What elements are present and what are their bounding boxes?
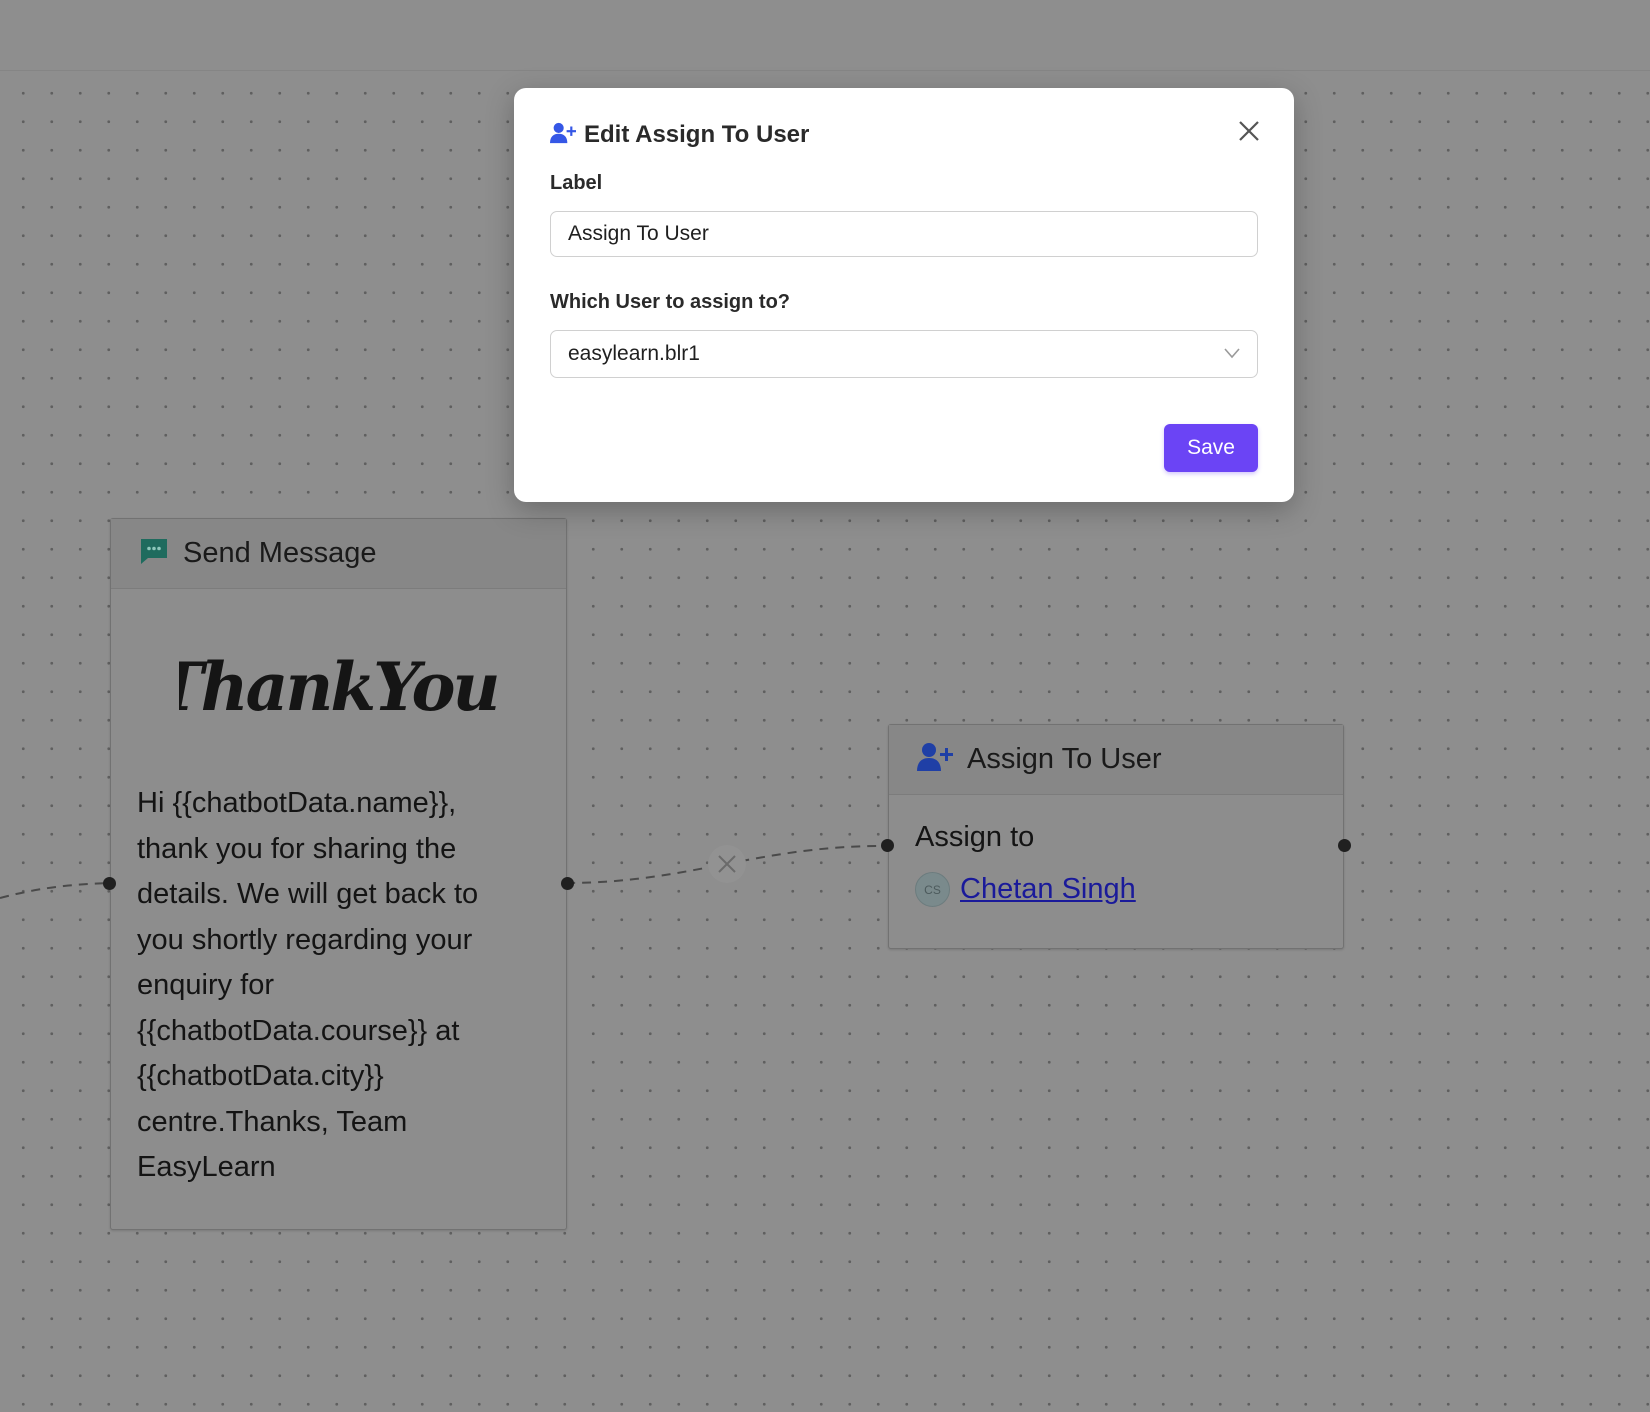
edge-delete-icon[interactable] — [708, 845, 746, 883]
modal-title: Edit Assign To User — [584, 121, 810, 148]
chevron-down-icon — [1223, 346, 1241, 365]
output-handle[interactable] — [1338, 839, 1351, 852]
avatar: CS — [915, 872, 950, 907]
input-handle[interactable] — [103, 877, 116, 890]
close-icon — [1239, 121, 1259, 141]
modal-header: Edit Assign To User — [550, 112, 1258, 158]
save-button[interactable]: Save — [1164, 424, 1258, 472]
thank-you-image: ThankYou! — [111, 597, 566, 777]
user-plus-icon — [550, 122, 576, 149]
close-button[interactable] — [1232, 114, 1266, 148]
node-header: Send Message — [111, 519, 566, 589]
assign-to-label: Assign to — [915, 821, 1035, 853]
assign-to-user-node[interactable]: Assign To User Assign to CS Chetan Singh — [881, 724, 1351, 949]
user-select[interactable]: easylearn.blr1 — [550, 330, 1258, 378]
send-message-node[interactable]: Send Message ThankYou! Hi {{chatbotData.… — [103, 518, 574, 1230]
chat-bubble-icon — [139, 537, 169, 570]
label-input[interactable] — [550, 211, 1258, 257]
message-text: Hi {{chatbotData.name}}, thank you for s… — [137, 787, 479, 1183]
label-field-label: Label — [550, 172, 603, 194]
thank-you-text: ThankYou! — [179, 648, 499, 726]
assignee-link[interactable]: Chetan Singh — [960, 873, 1136, 906]
user-plus-icon — [917, 742, 953, 777]
node-header: Assign To User — [889, 725, 1343, 795]
input-handle[interactable] — [881, 839, 894, 852]
user-field-label: Which User to assign to? — [550, 291, 791, 313]
top-bar — [0, 0, 1650, 71]
output-handle[interactable] — [561, 877, 574, 890]
edit-assign-modal: Edit Assign To User Label Which User to … — [514, 88, 1294, 502]
user-select-value: easylearn.blr1 — [568, 342, 700, 365]
assignee: CS Chetan Singh — [915, 872, 1317, 907]
node-title: Assign To User — [967, 743, 1162, 775]
node-title: Send Message — [183, 537, 377, 569]
